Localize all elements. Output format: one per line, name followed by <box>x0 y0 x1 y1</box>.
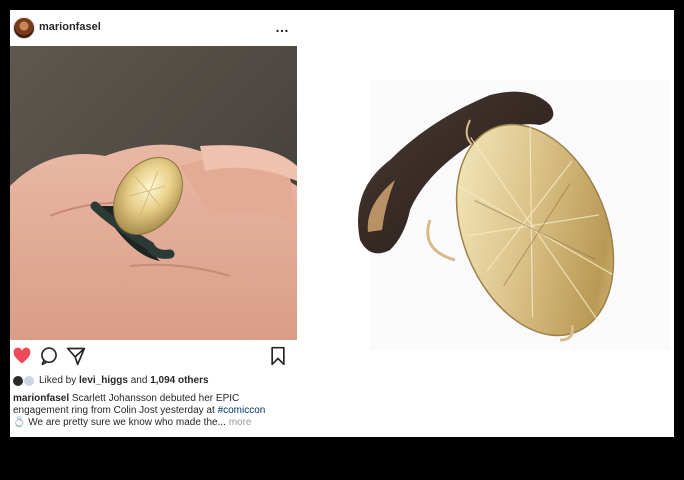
likes-prefix: Liked by <box>39 375 77 386</box>
heart-icon[interactable] <box>12 346 34 368</box>
bookmark-icon[interactable] <box>268 346 290 368</box>
comment-icon[interactable] <box>39 346 61 368</box>
post-username[interactable]: marionfasel <box>39 21 101 33</box>
post-photo-hand-with-ring[interactable] <box>10 46 297 340</box>
instagram-post: marionfasel … Liked by levi_higgs and 1,… <box>10 10 297 437</box>
liker-username[interactable]: levi_higgs <box>79 375 128 386</box>
caption-username[interactable]: marionfasel <box>13 393 69 404</box>
caption-text-2: We are pretty sure we know who made the.… <box>28 417 226 428</box>
paper-plane-icon[interactable] <box>66 346 88 368</box>
post-header: marionfasel … <box>10 10 297 46</box>
post-caption: marionfasel Scarlett Johansson debuted h… <box>13 393 293 429</box>
post-actions <box>10 346 297 368</box>
screenshot-frame: marionfasel … Liked by levi_higgs and 1,… <box>10 10 674 437</box>
liker-avatar[interactable] <box>23 375 35 387</box>
ring-emoji: 💍 <box>13 417 26 428</box>
ring-product-photo <box>310 10 674 437</box>
avatar[interactable] <box>13 17 35 39</box>
more-icon[interactable]: … <box>275 19 290 35</box>
likes-text: Liked by levi_higgs and 1,094 others <box>39 375 209 386</box>
likes-conj: and <box>130 375 148 386</box>
likes-row: Liked by levi_higgs and 1,094 others <box>10 374 297 388</box>
likes-count[interactable]: 1,094 others <box>150 375 208 386</box>
caption-more-link[interactable]: more <box>229 417 252 428</box>
caption-hashtag[interactable]: #comiccon <box>218 405 266 416</box>
